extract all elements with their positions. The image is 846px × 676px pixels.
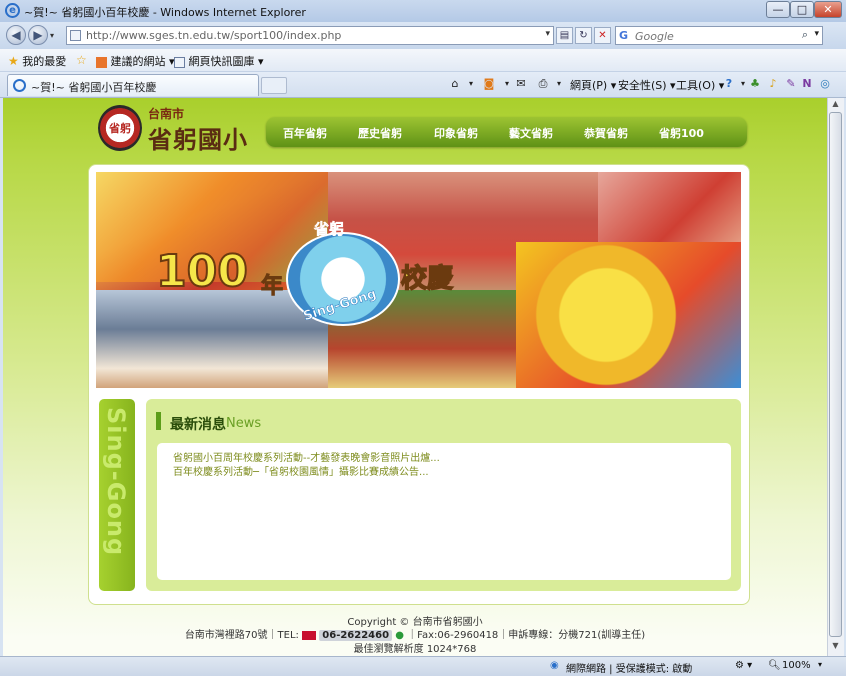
tab-ie-icon [13, 79, 26, 92]
search-box[interactable]: G ⌕ ▾ [615, 26, 823, 45]
home-dropdown-icon[interactable]: ▾ [464, 77, 478, 91]
scroll-up-icon[interactable]: ▲ [830, 99, 841, 111]
tools-menu[interactable]: 工具(O) ▾ [676, 77, 724, 93]
side-tab-text: Sing-Gong [102, 407, 130, 557]
side-sing-gong-tab: Sing-Gong [99, 399, 135, 591]
footer-contact: 台南市灣裡路70號｜TEL: 06-2622460 ● ｜Fax:06-2960… [3, 626, 827, 641]
news-heading-bar [156, 412, 161, 430]
school-logo[interactable]: 省躬 [98, 105, 142, 151]
feeds-icon[interactable]: ◙ [482, 77, 496, 91]
history-dropdown-icon[interactable]: ▾ [50, 31, 54, 40]
search-options-icon[interactable]: ▾ [814, 29, 819, 39]
forward-button[interactable]: ▶ [28, 25, 48, 45]
banner-photo-lion-dance [516, 242, 741, 388]
research-icon[interactable]: ♪ [766, 77, 780, 91]
window-title-bar: e ~賀!~ 省躬國小百年校慶 - Windows Internet Explo… [0, 0, 846, 22]
zoom-icon: 🔍︎ [768, 660, 781, 671]
banner-100: 100 [155, 245, 249, 298]
nav-item-centennial[interactable]: 百年省躬 [283, 125, 327, 141]
news-list: 省躬國小百周年校慶系列活動--才藝發表晚會影音照片出爐... 百年校慶系列活動─… [157, 443, 731, 580]
suggested-sites-label: 建議的網站 ▾ [110, 55, 175, 68]
mail-icon[interactable]: ✉ [514, 77, 528, 91]
window-title: ~賀!~ 省躬國小百年校慶 - Windows Internet Explore… [24, 6, 306, 19]
web-slice-gallery-label: 網頁快訊圖庫 ▾ [188, 55, 264, 68]
nav-item-congratulations[interactable]: 恭賀省躬 [584, 125, 628, 141]
tab-command-bar: ~賀!~ 省躬國小百年校慶 ⌂ ▾ ◙ ▾ ✉ ⎙ ▾ 網頁(P) ▾ 安全性(… [0, 72, 846, 98]
news-item[interactable]: 省躬國小百周年校慶系列活動--才藝發表晚會影音照片出爐... [173, 449, 440, 464]
news-heading-en: News [226, 416, 262, 431]
scroll-thumb[interactable] [829, 112, 842, 637]
news-item[interactable]: 百年校慶系列活動─「省躬校園風情」攝影比賽成績公告... [173, 463, 429, 478]
favorites-bar: ★ 我的最愛 ☆ 建議的網站 ▾ 網頁快訊圖庫 ▾ [0, 49, 846, 72]
page-menu[interactable]: 網頁(P) ▾ [570, 77, 616, 93]
back-button[interactable]: ◀ [6, 25, 26, 45]
main-nav: 百年省躬 歷史省躬 印象省躬 藝文省躬 恭賀省躬 省躬100 [266, 117, 747, 147]
zoom-level[interactable]: 100% [782, 660, 811, 671]
ie-logo-icon: e [5, 3, 20, 18]
favorites-button[interactable]: ★ 我的最愛 [8, 53, 66, 69]
nav-item-arts[interactable]: 藝文省躬 [509, 125, 553, 141]
vertical-scrollbar[interactable]: ▲ ▼ [827, 98, 844, 656]
page-icon [70, 30, 81, 41]
tab-label: ~賀!~ 省躬國小百年校慶 [31, 81, 157, 94]
suggested-sites-icon [96, 56, 107, 68]
print-dropdown-icon[interactable]: ▾ [552, 77, 566, 91]
banner-year: 年 [260, 274, 284, 300]
home-icon[interactable]: ⌂ [448, 77, 462, 91]
suggested-sites-button[interactable]: 建議的網站 ▾ [96, 53, 175, 69]
search-icon[interactable]: ⌕ [802, 28, 808, 42]
banner-photo-ceremony [96, 290, 328, 388]
nav-item-sg100[interactable]: 省躬100 [659, 125, 704, 141]
compatibility-view-icon[interactable]: ▤ [556, 27, 573, 44]
badge-text: 省躬 [314, 220, 345, 239]
feeds-dropdown-icon[interactable]: ▾ [500, 77, 514, 91]
nav-item-impressions[interactable]: 印象省躬 [434, 125, 478, 141]
close-button[interactable]: ✕ [814, 1, 842, 18]
address-toolbar: ◀ ▶ ▾ http://www.sges.tn.edu.tw/sport100… [0, 22, 846, 49]
add-favorite-icon[interactable]: ☆ [76, 53, 87, 67]
stop-icon[interactable]: ✕ [594, 27, 611, 44]
zoom-dropdown-icon[interactable]: ▾ [818, 660, 822, 669]
print-icon[interactable]: ⎙ [536, 77, 550, 91]
url-text: http://www.sges.tn.edu.tw/sport100/index… [86, 29, 342, 42]
address-input[interactable]: http://www.sges.tn.edu.tw/sport100/index… [66, 26, 554, 45]
refresh-icon[interactable]: ↻ [575, 27, 592, 44]
web-slice-icon [174, 56, 185, 68]
news-heading-zh: 最新消息 [170, 417, 226, 433]
search-input[interactable] [633, 28, 797, 44]
maximize-button[interactable]: □ [790, 1, 814, 18]
onenote-icon[interactable]: ✎ [784, 77, 798, 91]
protected-mode-icon[interactable]: ⚙ ▾ [735, 660, 752, 671]
minimize-button[interactable]: — [766, 1, 790, 18]
banner-celebration: 校慶 [400, 263, 454, 295]
anniversary-banner: 省躬 Sing-Gong 100 年 校慶 [96, 172, 741, 388]
footer-resolution: 最佳瀏覽解析度 1024*768 [353, 644, 477, 655]
new-tab-button[interactable] [261, 77, 287, 94]
web-slice-gallery-button[interactable]: 網頁快訊圖庫 ▾ [174, 53, 264, 69]
globe-icon: ◉ [550, 660, 559, 671]
browser-tab[interactable]: ~賀!~ 省躬國小百年校慶 [7, 74, 259, 96]
logo-text: 省躬 [109, 122, 131, 135]
security-zone[interactable]: 網際網路 | 受保護模式: 啟動 [566, 660, 692, 675]
ie-addon-icon[interactable]: ◎ [818, 77, 832, 91]
nav-item-history[interactable]: 歷史省躬 [358, 125, 402, 141]
favorites-star-icon: ★ [8, 54, 19, 68]
flag-icon [302, 630, 317, 640]
onenote-send-icon[interactable]: N [800, 77, 814, 91]
status-bar: ◉ 網際網路 | 受保護模式: 啟動 ⚙ ▾ 🔍︎ 100% ▾ [0, 656, 846, 676]
google-icon: G [619, 29, 629, 42]
messenger-icon[interactable]: ♣ [748, 77, 762, 91]
school-name: 省躬國小 [148, 125, 248, 154]
favorites-label: 我的最愛 [22, 55, 67, 68]
address-dropdown-icon[interactable]: ▾ [545, 29, 550, 39]
safety-menu[interactable]: 安全性(S) ▾ [618, 77, 676, 93]
scroll-down-icon[interactable]: ▼ [830, 641, 841, 653]
help-icon[interactable]: ? [722, 77, 736, 91]
page-viewport: 省躬 台南市 省躬國小 百年省躬 歷史省躬 印象省躬 藝文省躬 恭賀省躬 省躬1… [3, 98, 827, 656]
